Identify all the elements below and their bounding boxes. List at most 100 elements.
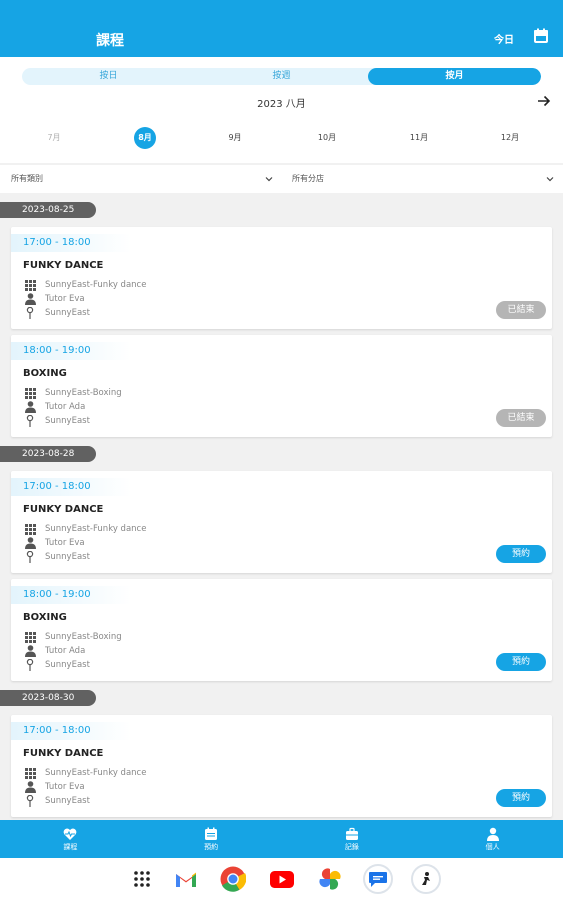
lesson-time: 17:00 - 18:00 xyxy=(11,478,131,496)
grid-icon xyxy=(23,279,37,291)
calendar-icon[interactable] xyxy=(533,28,549,44)
youtube-icon[interactable] xyxy=(268,865,296,893)
location-name: SunnyEast xyxy=(45,552,90,562)
book-button[interactable]: 預約 xyxy=(496,653,546,671)
date-badge: 2023-08-28 xyxy=(0,446,96,462)
tutor-name: Tutor Eva xyxy=(45,782,85,792)
tab-by-day[interactable]: 按日 xyxy=(22,68,195,85)
nav-label: 個人 xyxy=(485,842,500,851)
month-item-12[interactable]: 12月 xyxy=(490,127,530,149)
tab-by-month[interactable]: 按月 xyxy=(368,68,541,85)
nav-item-booking[interactable]: 預約 xyxy=(141,820,282,858)
class-row: SunnyEast-Boxing xyxy=(23,631,122,643)
gmail-icon[interactable] xyxy=(172,865,200,893)
tutor-row: Tutor Eva xyxy=(23,537,85,549)
lesson-time: 18:00 - 19:00 xyxy=(11,342,131,360)
current-month-title: 2023 八月 xyxy=(257,99,306,110)
person-icon xyxy=(486,827,499,841)
month-item-11[interactable]: 11月 xyxy=(399,127,439,149)
chevron-down-icon[interactable] xyxy=(265,175,273,183)
chrome-icon[interactable] xyxy=(219,865,247,893)
date-badge: 2023-08-30 xyxy=(0,690,96,706)
tutor-row: Tutor Eva xyxy=(23,293,85,305)
lesson-name: BOXING xyxy=(23,368,67,379)
location-row: SunnyEast xyxy=(23,659,90,671)
status-badge-ended: 已結束 xyxy=(496,409,546,427)
branch-filter[interactable]: 所有分店 xyxy=(292,165,324,193)
location-pin-icon xyxy=(23,415,37,427)
nav-item-profile[interactable]: 個人 xyxy=(422,820,563,858)
view-mode-toggle: 按日 按週 按月 xyxy=(22,68,541,85)
month-item-8[interactable]: 8月 xyxy=(134,127,156,149)
location-row: SunnyEast xyxy=(23,551,90,563)
app-shortcut-icon[interactable] xyxy=(411,864,441,894)
page-title: 課程 xyxy=(96,33,124,49)
category-filter[interactable]: 所有類別 xyxy=(11,165,43,193)
month-item-10[interactable]: 10月 xyxy=(307,127,347,149)
date-badge: 2023-08-25 xyxy=(0,202,96,218)
location-name: SunnyEast xyxy=(45,308,90,318)
tutor-row: Tutor Ada xyxy=(23,401,85,413)
tutor-name: Tutor Eva xyxy=(45,538,85,548)
tutor-name: Tutor Ada xyxy=(45,646,86,656)
class-row: SunnyEast-Boxing xyxy=(23,387,122,399)
book-button[interactable]: 預約 xyxy=(496,545,546,563)
lesson-card[interactable]: 17:00 - 18:00 FUNKY DANCE SunnyEast-Funk… xyxy=(11,227,552,329)
lesson-name: FUNKY DANCE xyxy=(23,260,104,271)
location-pin-icon xyxy=(23,659,37,671)
lesson-name: BOXING xyxy=(23,612,67,623)
today-button[interactable]: 今日 xyxy=(494,31,514,46)
location-name: SunnyEast xyxy=(45,416,90,426)
chevron-down-icon[interactable] xyxy=(546,175,554,183)
location-pin-icon xyxy=(23,551,37,563)
system-taskbar xyxy=(0,858,563,900)
lesson-time: 18:00 - 19:00 xyxy=(11,586,131,604)
location-row: SunnyEast xyxy=(23,415,90,427)
location-pin-icon xyxy=(23,307,37,319)
lesson-card[interactable]: 17:00 - 18:00 FUNKY DANCE SunnyEast-Funk… xyxy=(11,471,552,573)
class-name: SunnyEast-Funky dance xyxy=(45,768,147,778)
grid-icon xyxy=(23,387,37,399)
class-name: SunnyEast-Funky dance xyxy=(45,524,147,534)
filter-bar: 所有類別 所有分店 xyxy=(0,165,563,193)
nav-item-courses[interactable]: 課程 xyxy=(0,820,141,858)
person-icon xyxy=(23,401,37,413)
person-icon xyxy=(23,781,37,793)
app-drawer-icon[interactable] xyxy=(128,865,156,893)
month-item-9[interactable]: 9月 xyxy=(215,127,255,149)
person-icon xyxy=(23,293,37,305)
person-icon xyxy=(23,537,37,549)
grid-icon xyxy=(23,767,37,779)
grid-icon xyxy=(23,631,37,643)
lesson-card[interactable]: 18:00 - 19:00 BOXING SunnyEast-Boxing Tu… xyxy=(11,335,552,437)
class-name: SunnyEast-Boxing xyxy=(45,388,122,398)
class-row: SunnyEast-Funky dance xyxy=(23,523,146,535)
month-strip: 7月 8月 9月 10月 11月 12月 xyxy=(0,127,563,149)
person-icon xyxy=(23,645,37,657)
class-row: SunnyEast-Funky dance xyxy=(23,767,146,779)
lesson-list: 2023-08-25 17:00 - 18:00 FUNKY DANCE Sun… xyxy=(0,195,563,820)
location-pin-icon xyxy=(23,795,37,807)
tab-by-week[interactable]: 按週 xyxy=(195,68,368,85)
bottom-navigation: 課程 預約 記錄 個人 xyxy=(0,820,563,858)
location-name: SunnyEast xyxy=(45,660,90,670)
messages-icon[interactable] xyxy=(363,864,393,894)
class-name: SunnyEast-Boxing xyxy=(45,632,122,642)
lesson-name: FUNKY DANCE xyxy=(23,748,104,759)
book-button[interactable]: 預約 xyxy=(496,789,546,807)
arrow-right-icon[interactable] xyxy=(537,94,551,108)
nav-item-records[interactable]: 記錄 xyxy=(282,820,423,858)
lesson-card[interactable]: 18:00 - 19:00 BOXING SunnyEast-Boxing Tu… xyxy=(11,579,552,681)
class-name: SunnyEast-Funky dance xyxy=(45,280,147,290)
month-item-7[interactable]: 7月 xyxy=(34,127,74,149)
lesson-time: 17:00 - 18:00 xyxy=(11,234,131,252)
lesson-card[interactable]: 17:00 - 18:00 FUNKY DANCE SunnyEast-Funk… xyxy=(11,715,552,817)
briefcase-icon xyxy=(345,827,358,840)
calendar-icon xyxy=(205,827,218,840)
nav-label: 記錄 xyxy=(344,842,359,851)
app-header: 課程 今日 xyxy=(0,0,563,57)
nav-label: 課程 xyxy=(63,842,78,851)
app: 課程 今日 按日 按週 按月 2023 八月 7月 8月 9月 10月 11月 … xyxy=(0,0,563,900)
tutor-row: Tutor Eva xyxy=(23,781,85,793)
photos-icon[interactable] xyxy=(316,865,344,893)
